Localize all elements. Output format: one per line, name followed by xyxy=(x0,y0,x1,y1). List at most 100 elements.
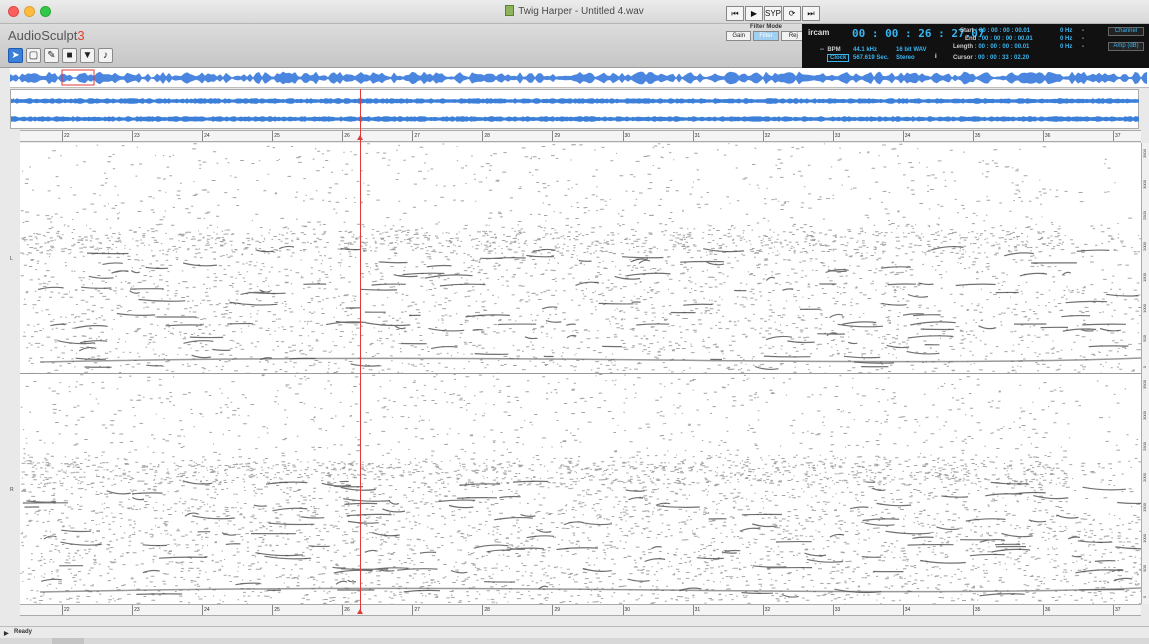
ruler-tick: 36 xyxy=(1043,131,1051,141)
spectrogram-left[interactable] xyxy=(20,143,1141,374)
app-name: AudioSculpt3 xyxy=(8,28,85,43)
ruler-tick: 37 xyxy=(1113,605,1121,615)
ruler-tick: 25 xyxy=(272,131,280,141)
length-readout: Length : 00 : 00 : 00 : 00.01 xyxy=(953,44,1030,50)
start-readout: Start : 00 : 00 : 00 : 00.01 xyxy=(960,28,1031,34)
filter-mode: Filter Mode Gain Filter Rej xyxy=(726,24,806,41)
frequency-tick: 2000 xyxy=(1142,472,1147,482)
ruler-tick: 35 xyxy=(972,605,981,615)
filter-tool-icon[interactable]: ▼ xyxy=(80,48,95,63)
waveform-graphic xyxy=(11,98,1139,122)
frequency-tick: 3500 xyxy=(1142,380,1147,389)
ruler-tick: 26 xyxy=(342,605,350,615)
spectrogram-right-graphic xyxy=(20,374,1141,604)
ruler-tick: 35 xyxy=(972,131,981,141)
frequency-tick: 2500 xyxy=(1142,211,1147,220)
box-select-tool-icon[interactable]: ▢ xyxy=(26,48,41,63)
ruler-tick: 27 xyxy=(412,131,420,141)
ruler-tick: 30 xyxy=(622,131,631,141)
amp-db-button[interactable]: Amp (dB) xyxy=(1108,42,1144,51)
frequency-tick: 1000 xyxy=(1142,534,1147,544)
ruler-tick: 37 xyxy=(1113,131,1121,141)
time-ruler-bottom[interactable]: 22 23 24 25 26 27 28 29 30 31 32 33 34 35 36 37 xyxy=(20,604,1141,616)
filter-gain-button[interactable]: Gain xyxy=(726,31,752,41)
channel-button[interactable]: Channel xyxy=(1108,27,1144,36)
sync-play-button[interactable]: SYP xyxy=(764,6,782,21)
ruler-tick: 24 xyxy=(202,605,210,615)
hz-dash-1: - xyxy=(1082,28,1084,34)
ruler-tick: 26 xyxy=(342,131,350,141)
spectrogram-texture xyxy=(20,374,1141,604)
ruler-tick: 24 xyxy=(202,131,210,141)
frequency-tick: 2500 xyxy=(1142,441,1147,451)
end-readout: End : 00 : 00 : 00 : 00.01 xyxy=(965,36,1033,42)
cursor-marker-bottom[interactable] xyxy=(357,609,363,614)
ruler-tick: 32 xyxy=(762,131,771,141)
note-tool-icon[interactable]: ♪ xyxy=(98,48,113,63)
frequency-tick: 1000 xyxy=(1142,304,1147,313)
transport-controls: ⏮ ▶ SYP ⟳ ⏭ xyxy=(726,6,820,21)
disclosure-triangle-icon[interactable]: ▶ xyxy=(4,630,9,637)
bpm-readout: -- BPM xyxy=(820,47,841,53)
ruler-tick: 28 xyxy=(482,605,490,615)
ruler-tick: 31 xyxy=(692,131,701,141)
overview-waveform[interactable] xyxy=(10,68,1149,88)
cursor-marker-top[interactable] xyxy=(357,135,363,140)
spectrogram-right-label: R xyxy=(10,487,14,493)
ruler-tick: 22 xyxy=(62,605,70,615)
frequency-tick: 500 xyxy=(1142,565,1147,572)
time-ruler-top[interactable]: 22 23 24 25 26 27 28 29 30 31 32 33 34 35 36 37 xyxy=(20,130,1141,142)
ruler-tick: 30 xyxy=(622,605,631,615)
hz-readout-1: 0 Hz xyxy=(1060,28,1073,34)
window-title: Twig Harper - Untitled 4.wav xyxy=(0,5,1149,17)
title-bar: Twig Harper - Untitled 4.wav xyxy=(0,0,1149,24)
channels: Stereo xyxy=(896,55,915,61)
sample-rate: 44.1 kHz xyxy=(853,47,878,53)
ruler-tick: 34 xyxy=(902,605,911,615)
color-tool-icon[interactable]: ■ xyxy=(62,48,77,63)
playback-cursor[interactable] xyxy=(360,89,361,614)
frequency-tick: 3500 xyxy=(1142,149,1147,158)
frequency-axis-left: 3500 3000 2500 2000 1500 1000 500 0 xyxy=(1141,143,1149,374)
frequency-tick: 0 xyxy=(1142,366,1147,369)
ruler-tick: 23 xyxy=(132,605,140,615)
hz-dash-2: - xyxy=(1082,36,1084,42)
status-text: Ready xyxy=(14,629,33,635)
spectrogram-right[interactable] xyxy=(20,374,1141,604)
ircam-logo: ircam xyxy=(808,28,830,37)
overview-waveform-graphic xyxy=(10,69,1147,86)
bit-depth: 16 bit WAV xyxy=(896,47,927,53)
bottom-tab[interactable] xyxy=(52,638,84,644)
loop-button[interactable]: ⟳ xyxy=(783,6,801,21)
go-to-end-button[interactable]: ⏭ xyxy=(802,6,820,21)
frequency-tick: 3000 xyxy=(1142,180,1147,189)
pencil-tool-icon[interactable]: ✎ xyxy=(44,48,59,63)
hz-dash-3: - xyxy=(1082,44,1084,50)
filter-filter-button[interactable]: Filter xyxy=(753,31,779,41)
ruler-tick: 22 xyxy=(62,131,70,141)
spectrogram-left-label: L xyxy=(10,256,13,262)
cursor-readout: Cursor : 00 : 00 : 33 : 02.20 xyxy=(953,55,1030,61)
spectrogram-texture xyxy=(20,143,1141,373)
clock-button[interactable]: Clock xyxy=(827,54,850,62)
play-button[interactable]: ▶ xyxy=(745,6,763,21)
ruler-tick: 33 xyxy=(832,131,841,141)
frequency-tick: 3000 xyxy=(1142,410,1147,420)
filter-mode-label: Filter Mode xyxy=(749,24,782,30)
left-gutter xyxy=(0,68,10,628)
document-icon xyxy=(505,5,515,16)
pointer-tool-icon[interactable]: ➤ xyxy=(8,48,23,63)
spectrogram-left-graphic xyxy=(20,143,1141,373)
stereo-waveform[interactable]: L R xyxy=(10,89,1139,129)
duration: 567.619 Sec. xyxy=(853,55,889,61)
info-icon[interactable]: i xyxy=(935,54,937,60)
frequency-tick: 1500 xyxy=(1142,273,1147,282)
ruler-tick: 34 xyxy=(902,131,911,141)
ruler-tick: 33 xyxy=(832,605,841,615)
bottom-strip xyxy=(0,638,1149,644)
go-to-start-button[interactable]: ⏮ xyxy=(726,6,744,21)
status-bar: ▶ Ready xyxy=(0,626,1149,638)
ruler-tick: 27 xyxy=(412,605,420,615)
frequency-tick: 1500 xyxy=(1142,503,1147,513)
frequency-tick: 500 xyxy=(1142,335,1147,342)
